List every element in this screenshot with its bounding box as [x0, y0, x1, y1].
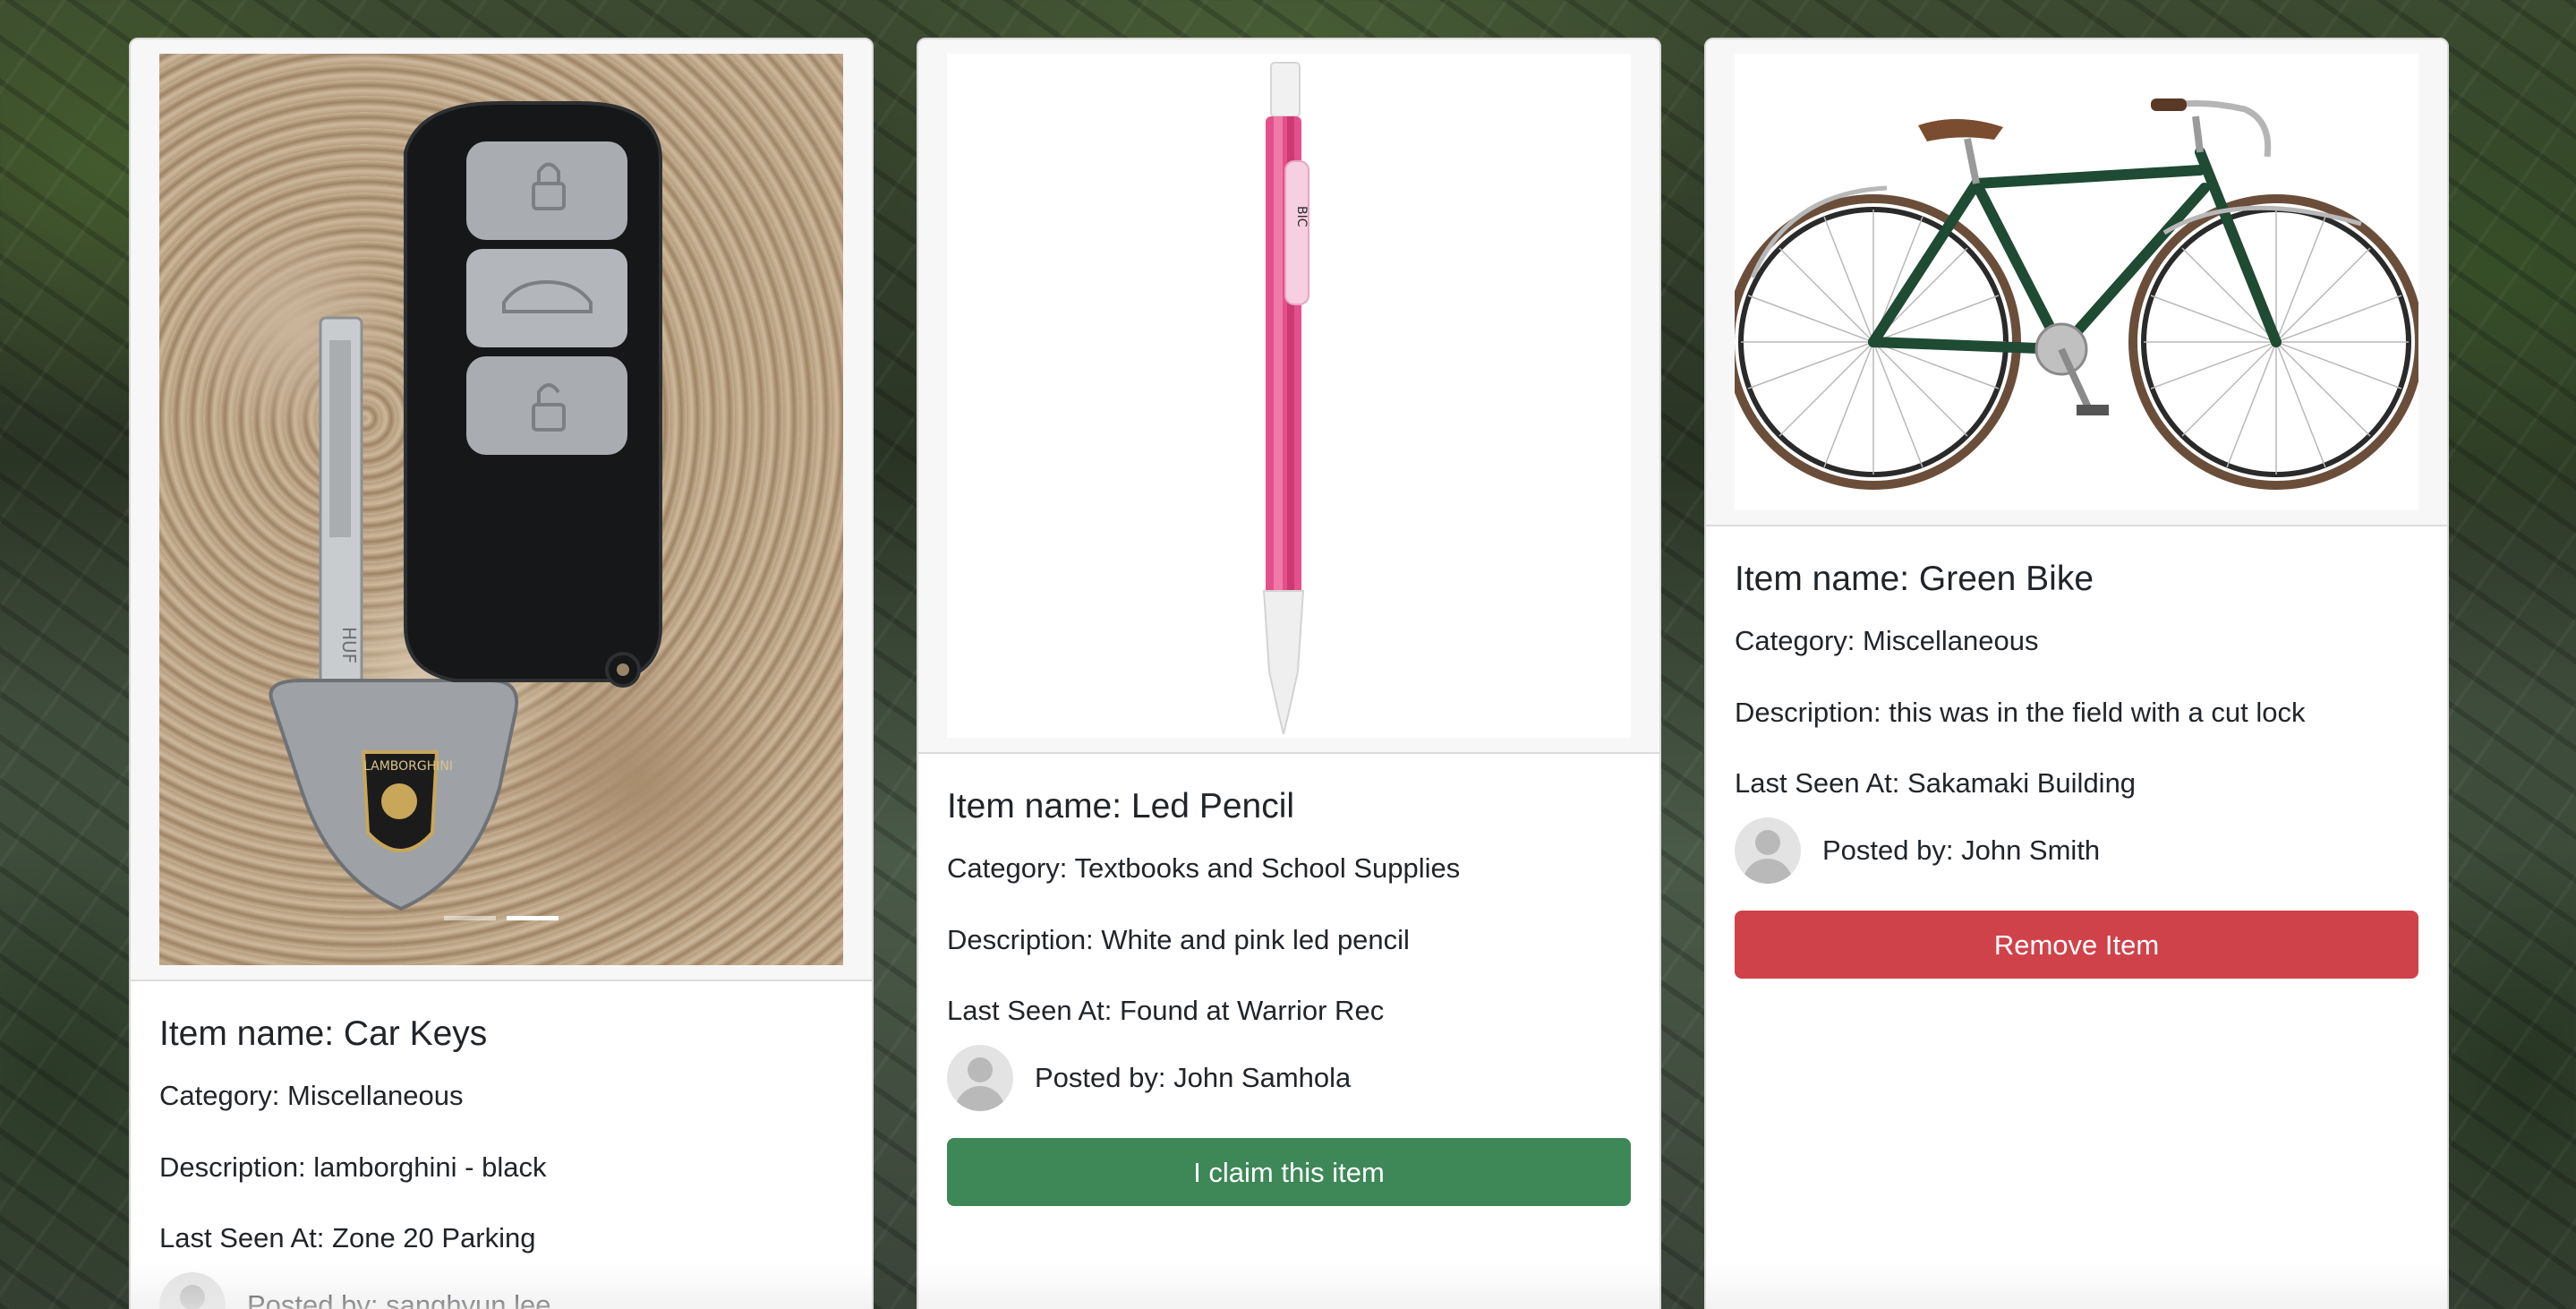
item-last-seen: Last Seen At: Found at Warrior Rec [947, 995, 1385, 1027]
svg-text:BIC: BIC [1294, 206, 1309, 227]
item-card-body: Item name: Led Pencil Category: Textbook… [918, 786, 1659, 1207]
carousel-indicator-2[interactable] [507, 916, 559, 920]
carousel-indicator-1[interactable] [444, 916, 496, 920]
item-description: Description: this was in the field with … [1735, 696, 2306, 728]
item-poster: Posted by: John Smith [1735, 817, 2418, 885]
item-image-container: HUF LAMBORGHINI [131, 39, 872, 981]
item-card-body: Item name: Green Bike Category: Miscella… [1706, 559, 2447, 980]
item-category: Category: Textbooks and School Supplies [947, 851, 1461, 884]
carousel-indicators[interactable] [444, 916, 559, 920]
claim-item-button[interactable]: I claim this item [947, 1138, 1631, 1207]
item-category: Category: Miscellaneous [1735, 624, 2039, 656]
posted-by-text: Posted by: sanghyun lee [247, 1289, 551, 1309]
item-card-led-pencil: BIC Item name: Led Pencil Category: Text… [917, 38, 1661, 1309]
remove-item-button[interactable]: Remove Item [1735, 911, 2418, 980]
item-poster: Posted by: sanghyun lee [159, 1272, 843, 1309]
item-description: Description: lamborghini - black [159, 1151, 547, 1183]
item-card-green-bike: Item name: Green Bike Category: Miscella… [1704, 38, 2449, 1309]
item-image-container [1706, 39, 2447, 526]
svg-text:HUF: HUF [338, 627, 360, 663]
item-image-container: BIC [918, 39, 1659, 754]
item-last-seen: Last Seen At: Sakamaki Building [1735, 767, 2137, 800]
car-key-fob-image: HUF LAMBORGHINI [159, 54, 843, 965]
posted-by-text: Posted by: John Samhola [1035, 1062, 1352, 1094]
bicycle-image [1735, 54, 2418, 510]
avatar [1735, 817, 1801, 885]
scroll-fade [918, 1262, 1659, 1309]
item-card-body: Item name: Car Keys Category: Miscellane… [131, 1014, 872, 1309]
item-name: Item name: Car Keys [159, 1014, 488, 1053]
item-description: Description: White and pink led pencil [947, 923, 1410, 955]
item-name: Item name: Led Pencil [947, 787, 1295, 826]
avatar [947, 1045, 1013, 1112]
item-poster: Posted by: John Samhola [947, 1045, 1631, 1112]
item-last-seen: Last Seen At: Zone 20 Parking [159, 1222, 536, 1254]
item-category: Category: Miscellaneous [159, 1079, 464, 1111]
item-card-car-keys: HUF LAMBORGHINI Item name: Car Keys Cate… [129, 38, 874, 1309]
svg-text:LAMBORGHINI: LAMBORGHINI [363, 759, 453, 774]
item-name: Item name: Green Bike [1735, 560, 2094, 598]
pencil-image: BIC [947, 54, 1631, 738]
posted-by-text: Posted by: John Smith [1822, 834, 2101, 867]
scroll-fade [1706, 1262, 2447, 1309]
avatar [159, 1272, 226, 1309]
